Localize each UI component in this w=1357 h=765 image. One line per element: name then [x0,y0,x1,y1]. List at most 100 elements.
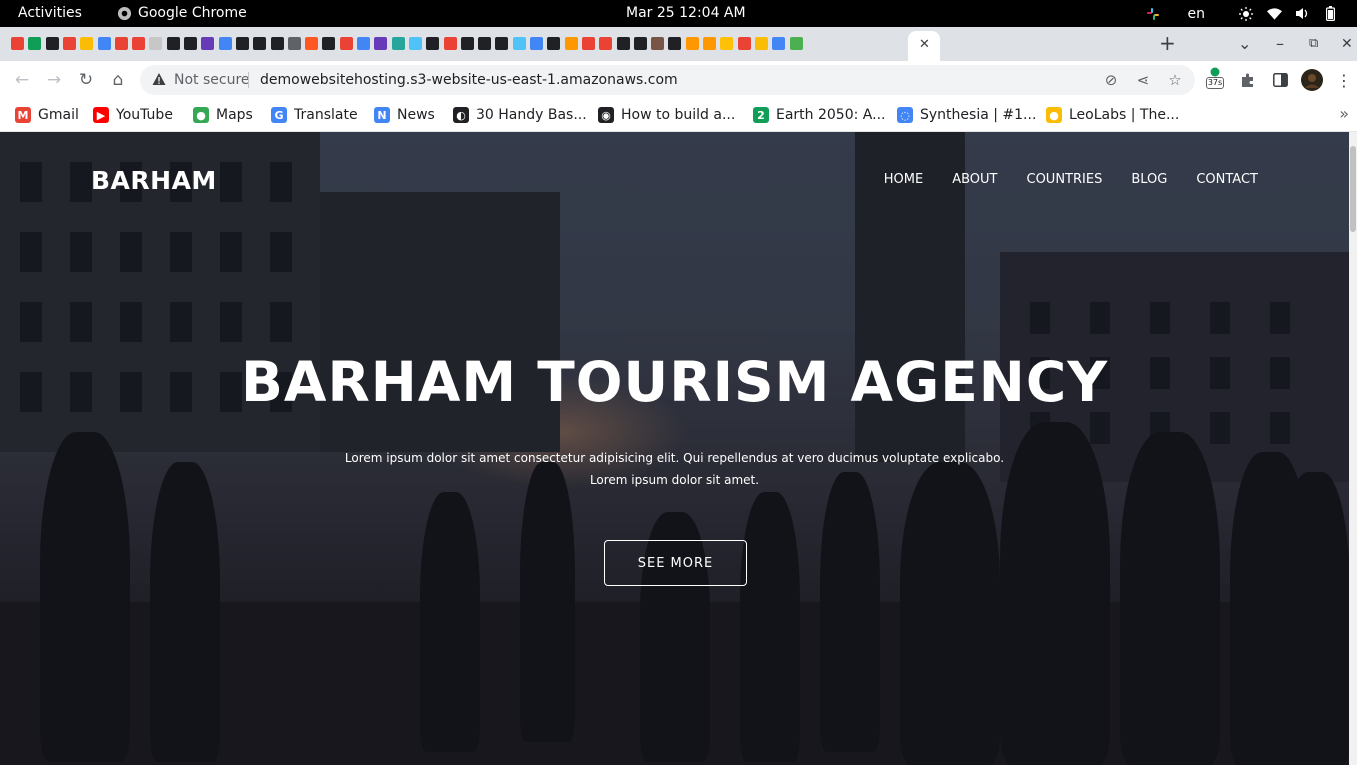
tab-favicon-icon[interactable] [616,37,630,50]
tab-favicon-icon[interactable] [28,37,42,50]
scrollbar-thumb[interactable] [1350,146,1356,232]
reload-icon[interactable]: ↻ [75,69,97,91]
bookmark-item[interactable]: M Gmail [15,105,79,125]
tab-favicon-icon[interactable] [201,37,215,50]
tab-favicon-icon[interactable] [703,37,716,50]
nav-link-contact[interactable]: CONTACT [1196,172,1258,187]
tab-favicon-icon[interactable] [426,37,440,50]
tab-favicon-icon[interactable] [772,37,786,50]
volume-icon[interactable] [1293,7,1311,20]
tab-favicon-icon[interactable] [633,37,647,50]
tab-favicon-icon[interactable] [166,37,180,50]
home-icon[interactable]: ⌂ [107,69,129,91]
tab-favicon-icon[interactable] [132,37,146,50]
tab-favicon-icon[interactable] [737,37,751,50]
bookmark-item[interactable]: ◐ 30 Handy Bas... [453,105,587,125]
bookmark-item[interactable]: 2 Earth 2050: A... [753,105,885,125]
bookmark-label: YouTube [116,107,173,123]
tab-favicon-icon[interactable] [495,37,509,50]
tab-favicon-icon[interactable] [357,37,370,50]
nav-link-countries[interactable]: COUNTRIES [1027,172,1103,187]
tab-favicon-icon[interactable] [235,37,249,50]
tab-favicon-icon[interactable] [45,37,59,50]
page-scrollbar[interactable] [1349,132,1357,765]
bookmark-item[interactable]: N News [374,105,435,125]
language-indicator[interactable]: en [1188,6,1206,22]
restore-icon[interactable]: ⧉ [1309,36,1318,51]
tab-favicon-icon[interactable] [62,37,76,50]
nav-link-about[interactable]: ABOUT [952,172,997,187]
tab-favicon-icon[interactable] [322,37,336,50]
app-menu[interactable]: Google Chrome [117,5,247,21]
side-panel-icon[interactable] [1268,68,1292,92]
system-tray[interactable]: en [1144,0,1357,27]
tab-favicon-icon[interactable] [11,37,24,50]
new-tab-button[interactable]: + [1159,31,1176,55]
profile-avatar[interactable] [1300,68,1324,92]
back-icon[interactable]: ← [11,69,33,91]
tab-favicon-icon[interactable] [754,37,768,50]
tab-favicon-icon[interactable] [530,37,543,50]
tab-favicon-icon[interactable] [305,37,319,50]
bookmark-item[interactable]: ● Maps [193,105,253,125]
tab-favicon-icon[interactable] [339,37,353,50]
chrome-menu-icon[interactable]: ⋮ [1332,68,1356,92]
security-status[interactable]: Not secure [174,72,250,88]
eye-off-icon[interactable]: ⊘ [1102,71,1120,89]
wifi-icon[interactable] [1265,7,1283,20]
bookmark-item[interactable]: ◉ How to build a... [598,105,735,125]
brightness-icon[interactable] [1237,6,1255,21]
see-more-button[interactable]: SEE MORE [604,540,747,586]
battery-icon[interactable] [1321,6,1339,21]
share-icon[interactable]: ⋖ [1134,71,1152,89]
close-tab-icon[interactable]: ✕ [919,37,930,52]
extensions-puzzle-icon[interactable] [1236,68,1260,92]
tab-favicon-icon[interactable] [184,37,197,50]
tab-favicon-icon[interactable] [581,37,595,50]
tab-favicon-icon[interactable] [114,37,128,50]
tab-favicon-icon[interactable] [80,37,94,50]
tab-favicon-icon[interactable] [408,37,422,50]
tab-favicon-icon[interactable] [97,37,111,50]
tab-favicon-icon[interactable] [270,37,284,50]
bookmark-item[interactable]: ◌ Synthesia | #1... [897,105,1036,125]
more-bookmarks-icon[interactable]: » [1339,104,1349,123]
bookmark-star-icon[interactable]: ☆ [1166,71,1184,89]
tab-favicon-icon[interactable] [668,37,682,50]
bookmark-item[interactable]: ● LeoLabs | The... [1046,105,1179,125]
site-logo[interactable]: BARHAM [91,166,217,195]
close-window-icon[interactable]: ✕ [1341,36,1353,52]
tab-favicon-icon[interactable] [478,37,492,50]
tab-favicon-icon[interactable] [443,37,457,50]
tab-favicon-icon[interactable] [720,37,734,50]
nav-link-blog[interactable]: BLOG [1131,172,1167,187]
extension-timer-icon[interactable]: 37s [1203,66,1227,90]
tab-favicon-icon[interactable] [460,37,474,50]
nav-link-home[interactable]: HOME [884,172,923,187]
url-text[interactable]: demowebsitehosting.s3-website-us-east-1.… [260,72,678,88]
clock[interactable]: Mar 25 12:04 AM [626,5,746,21]
tab-favicon-icon[interactable] [374,37,388,50]
tab-favicon-icon[interactable] [685,37,699,50]
slack-icon[interactable] [1144,7,1162,21]
address-bar[interactable]: Not secure demowebsitehosting.s3-website… [140,65,1195,95]
tab-favicon-icon[interactable] [253,37,267,50]
tab-favicon-icon[interactable] [218,37,232,50]
tab-favicon-icon[interactable] [564,37,578,50]
tab-favicon-icon[interactable] [547,37,561,50]
forward-icon[interactable]: → [43,69,65,91]
tab-search-icon[interactable]: ⌄ [1238,34,1251,53]
tab-favicon-icon[interactable] [391,37,405,50]
bookmark-item[interactable]: ▶ YouTube [93,105,173,125]
tab-active[interactable]: ✕ [908,31,940,61]
tab-favicon-icon[interactable] [599,37,613,50]
tab-favicon-icon[interactable] [149,37,163,50]
tab-favicon-icon[interactable] [287,37,301,50]
tab-favicon-icon[interactable] [651,37,665,50]
warning-icon[interactable] [152,72,166,86]
bookmark-item[interactable]: G Translate [271,105,358,125]
tab-favicon-icon[interactable] [512,37,526,50]
activities-button[interactable]: Activities [18,5,82,21]
tab-favicon-icon[interactable] [789,37,803,50]
minimize-icon[interactable]: – [1276,34,1284,53]
